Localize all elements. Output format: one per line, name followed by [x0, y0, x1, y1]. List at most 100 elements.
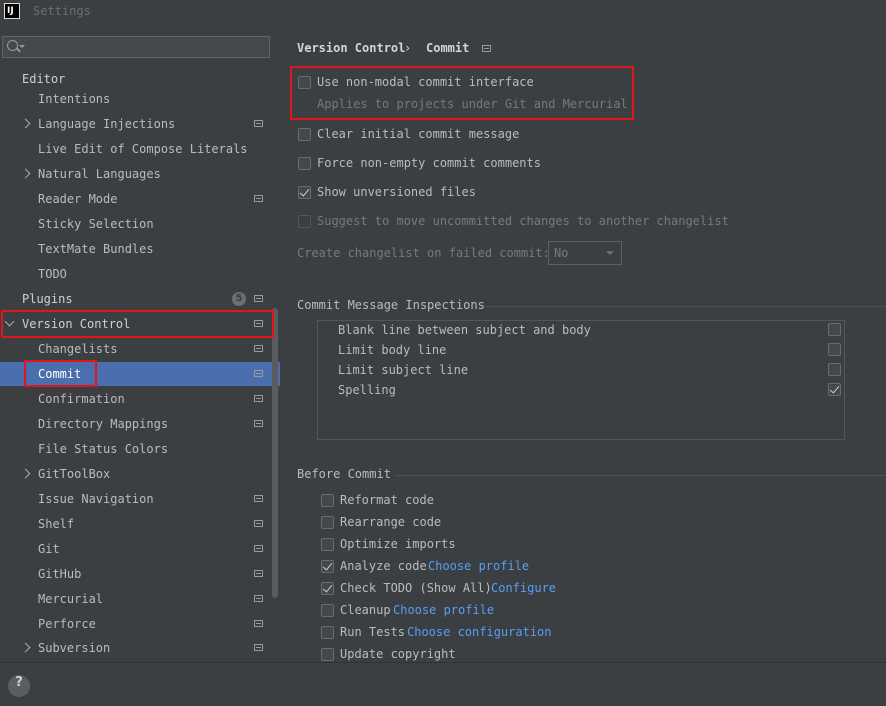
- inspection-blank-line-checkbox[interactable]: [828, 323, 841, 336]
- run-tests-label: Run Tests: [340, 625, 406, 639]
- sidebar-item-label: Plugins: [22, 292, 73, 306]
- settings-search-input[interactable]: [2, 36, 270, 58]
- clear-initial-message-label: Clear initial commit message: [317, 127, 520, 141]
- sidebar-item-plugins[interactable]: Plugins 5: [0, 287, 280, 311]
- sidebar-item-label: Intentions: [38, 92, 111, 106]
- check-todo-label: Check TODO (Show All): [340, 581, 492, 595]
- highlight-non-modal-option: [290, 66, 634, 120]
- project-level-icon: [254, 120, 263, 127]
- sidebar-item-sticky-selection[interactable]: Sticky Selection: [0, 212, 280, 236]
- sidebar-item-file-status-colors[interactable]: File Status Colors: [0, 437, 280, 461]
- search-icon[interactable]: [7, 40, 18, 51]
- project-level-icon: [254, 495, 263, 502]
- check-todo-configure-link[interactable]: Configure: [491, 581, 556, 595]
- suggest-move-checkbox[interactable]: [298, 215, 311, 228]
- sidebar-item-label: Mercurial: [38, 592, 104, 606]
- sidebar-item-label: Subversion: [38, 641, 111, 655]
- inspection-subject-line-label[interactable]: Limit subject line: [338, 363, 468, 377]
- suggest-move-label: Suggest to move uncommitted changes to a…: [317, 214, 729, 228]
- run-tests-configuration-link[interactable]: Choose configuration: [407, 625, 552, 639]
- project-level-icon: [482, 45, 491, 52]
- bottom-bar: ?: [0, 662, 886, 706]
- sidebar-item-live-edit-compose[interactable]: Live Edit of Compose Literals: [0, 137, 280, 161]
- sidebar-item-reader-mode[interactable]: Reader Mode: [0, 187, 280, 211]
- project-level-icon: [254, 520, 263, 527]
- chevron-right-icon[interactable]: [20, 168, 31, 179]
- sidebar-item-todo[interactable]: TODO: [0, 262, 280, 286]
- create-changelist-label: Create changelist on failed commit:: [297, 246, 550, 260]
- inspections-list: [317, 320, 845, 440]
- sidebar-item-git[interactable]: Git: [0, 537, 280, 561]
- update-copyright-checkbox[interactable]: [321, 648, 334, 661]
- force-non-empty-checkbox[interactable]: [298, 157, 311, 170]
- highlight-commit: [24, 360, 97, 387]
- sidebar-item-language-injections[interactable]: Language Injections: [0, 112, 280, 136]
- sidebar-item-label: Reader Mode: [38, 192, 118, 206]
- sidebar-item-github[interactable]: GitHub: [0, 562, 280, 586]
- sidebar-item-shelf[interactable]: Shelf: [0, 512, 280, 536]
- show-unversioned-checkbox[interactable]: [298, 186, 311, 199]
- sidebar-item-natural-languages[interactable]: Natural Languages: [0, 162, 280, 186]
- sidebar-item-label: GitToolBox: [38, 467, 111, 481]
- sidebar-item-label: Shelf: [38, 517, 75, 531]
- chevron-right-icon[interactable]: [20, 468, 31, 479]
- title-bar: IJ Settings: [0, 0, 886, 24]
- chevron-right-icon[interactable]: [20, 118, 31, 129]
- show-unversioned-label: Show unversioned files: [317, 185, 476, 199]
- run-tests-checkbox[interactable]: [321, 626, 334, 639]
- project-level-icon: [254, 620, 263, 627]
- chevron-right-icon[interactable]: [20, 642, 31, 653]
- analyze-code-profile-link[interactable]: Choose profile: [428, 559, 529, 573]
- sidebar-item-subversion[interactable]: Subversion: [0, 636, 280, 660]
- sidebar-item-perforce[interactable]: Perforce: [0, 612, 280, 636]
- before-commit-title: Before Commit: [297, 467, 391, 481]
- reformat-code-checkbox[interactable]: [321, 494, 334, 507]
- analyze-code-label: Analyze code: [340, 559, 427, 573]
- sidebar-item-label: Git: [38, 542, 60, 556]
- sidebar-item-label: Live Edit of Compose Literals: [38, 142, 248, 156]
- create-changelist-value: No: [554, 246, 569, 260]
- sidebar-item-label: Directory Mappings: [38, 417, 169, 431]
- force-non-empty-label: Force non-empty commit comments: [317, 156, 541, 170]
- breadcrumb-parent[interactable]: Version Control: [297, 41, 405, 55]
- intellij-logo-icon: IJ: [4, 3, 20, 19]
- plugins-update-badge: 5: [232, 292, 246, 306]
- inspection-blank-line-label[interactable]: Blank line between subject and body: [338, 323, 591, 337]
- project-level-icon: [254, 644, 263, 651]
- analyze-code-checkbox[interactable]: [321, 560, 334, 573]
- sidebar-item-changelists[interactable]: Changelists: [0, 337, 280, 361]
- divider: [486, 306, 886, 307]
- sidebar-item-textmate-bundles[interactable]: TextMate Bundles: [0, 237, 280, 261]
- project-level-icon: [254, 295, 263, 302]
- help-icon[interactable]: ?: [8, 675, 30, 697]
- rearrange-code-checkbox[interactable]: [321, 516, 334, 529]
- chevron-down-icon: [606, 251, 614, 255]
- rearrange-code-label: Rearrange code: [340, 515, 442, 529]
- optimize-imports-checkbox[interactable]: [321, 538, 334, 551]
- sidebar-item-issue-navigation[interactable]: Issue Navigation: [0, 487, 280, 511]
- check-todo-checkbox[interactable]: [321, 582, 334, 595]
- divider: [396, 475, 886, 476]
- cleanup-label: Cleanup: [340, 603, 391, 617]
- sidebar-item-label: GitHub: [38, 567, 82, 581]
- sidebar-item-directory-mappings[interactable]: Directory Mappings: [0, 412, 280, 436]
- inspection-body-line-label[interactable]: Limit body line: [338, 343, 446, 357]
- clear-initial-message-checkbox[interactable]: [298, 128, 311, 141]
- create-changelist-select[interactable]: No: [548, 241, 622, 265]
- sidebar-item-label: Language Injections: [38, 117, 176, 131]
- inspections-title: Commit Message Inspections: [297, 298, 485, 312]
- sidebar-item-gittoolbox[interactable]: GitToolBox: [0, 462, 280, 486]
- search-options-chevron-icon[interactable]: [19, 45, 25, 48]
- inspection-spelling-checkbox[interactable]: [828, 383, 841, 396]
- project-level-icon: [254, 545, 263, 552]
- sidebar-scrollbar[interactable]: [272, 308, 278, 598]
- cleanup-profile-link[interactable]: Choose profile: [393, 603, 494, 617]
- cleanup-checkbox[interactable]: [321, 604, 334, 617]
- sidebar-item-mercurial[interactable]: Mercurial: [0, 587, 280, 611]
- project-level-icon: [254, 570, 263, 577]
- sidebar-item-confirmation[interactable]: Confirmation: [0, 387, 280, 411]
- inspection-spelling-label[interactable]: Spelling: [338, 383, 396, 397]
- inspection-body-line-checkbox[interactable]: [828, 343, 841, 356]
- sidebar-item-intentions[interactable]: Intentions: [0, 87, 280, 111]
- inspection-subject-line-checkbox[interactable]: [828, 363, 841, 376]
